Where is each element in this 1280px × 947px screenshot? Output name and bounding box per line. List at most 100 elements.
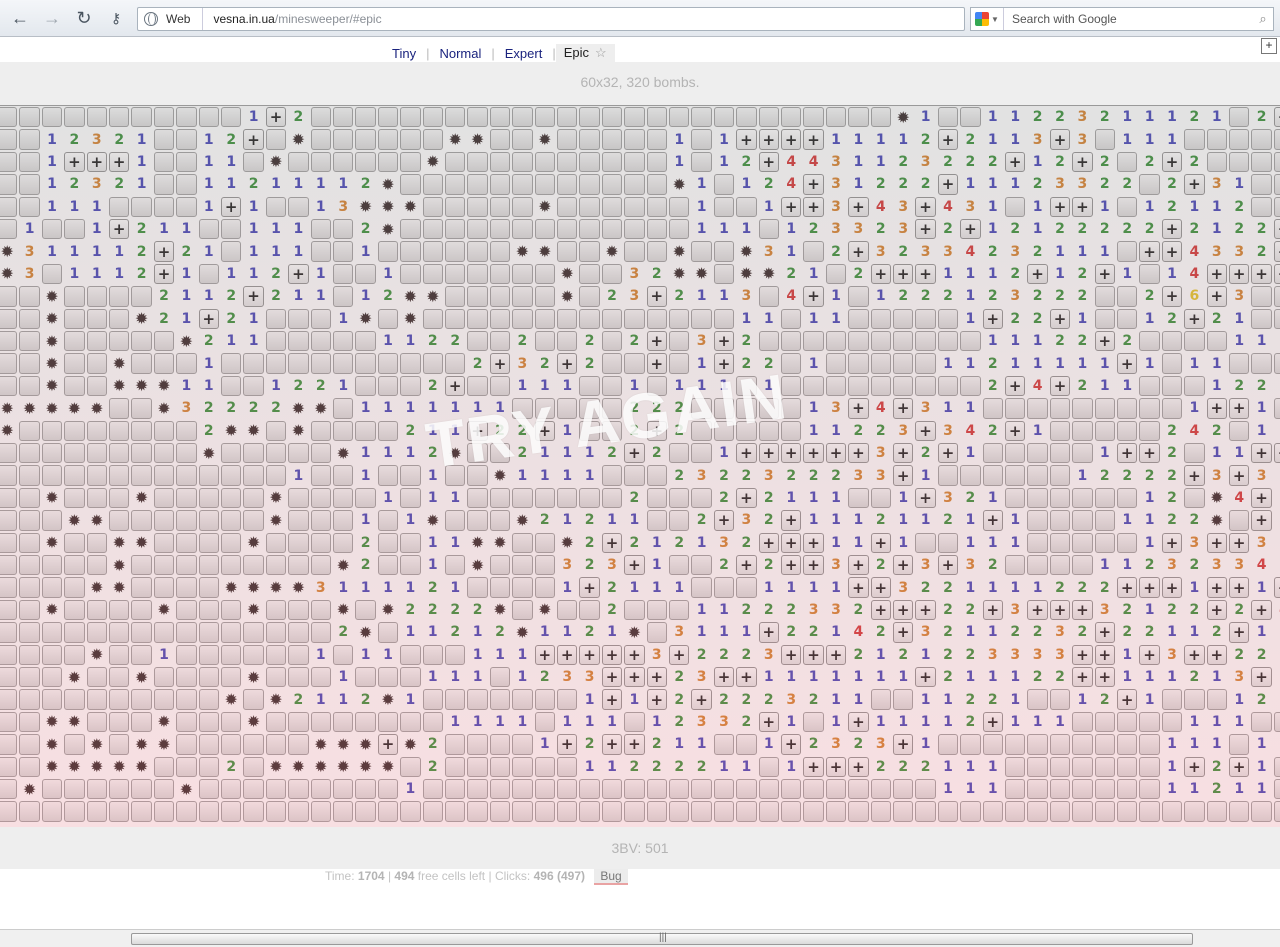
number-cell[interactable]: 1 (175, 285, 197, 307)
closed-cell[interactable] (825, 263, 847, 285)
number-cell[interactable]: 1 (780, 756, 802, 778)
flag-icon[interactable]: + (1072, 644, 1093, 665)
number-cell[interactable]: 2 (937, 644, 959, 666)
closed-cell[interactable] (445, 174, 466, 195)
flag-icon[interactable]: + (803, 443, 824, 464)
flag-icon[interactable]: + (803, 644, 824, 665)
number-cell[interactable]: 3 (1161, 644, 1183, 666)
number-cell[interactable]: 1 (377, 330, 399, 352)
number-cell[interactable]: 1 (220, 173, 242, 195)
closed-cell[interactable] (534, 263, 555, 285)
closed-cell[interactable] (691, 443, 712, 464)
closed-cell[interactable] (243, 465, 264, 486)
closed-cell[interactable] (153, 331, 175, 352)
closed-cell[interactable] (937, 734, 959, 755)
flag-icon[interactable]: + (109, 151, 130, 173)
closed-cell[interactable] (176, 756, 197, 777)
number-cell[interactable]: 1 (735, 218, 757, 240)
number-cell[interactable]: 2 (265, 285, 287, 307)
number-cell[interactable]: 2 (1206, 420, 1228, 442)
number-cell[interactable]: 1 (1094, 442, 1116, 464)
number-cell[interactable]: 2 (153, 308, 175, 330)
closed-cell[interactable] (176, 801, 197, 822)
closed-cell[interactable] (400, 353, 421, 374)
closed-cell[interactable] (41, 622, 63, 643)
mine-icon[interactable]: ✹ (220, 420, 242, 442)
mine-icon[interactable]: ✹ (86, 756, 108, 778)
number-cell[interactable]: 1 (1183, 352, 1205, 374)
number-cell[interactable]: 2 (1161, 509, 1183, 531)
flag-icon[interactable]: + (534, 644, 555, 665)
closed-cell[interactable] (400, 241, 421, 262)
number-cell[interactable]: 1 (86, 196, 108, 218)
number-cell[interactable]: 2 (198, 420, 220, 442)
closed-cell[interactable] (848, 308, 869, 329)
closed-cell[interactable] (646, 510, 667, 531)
closed-cell[interactable] (467, 577, 488, 598)
closed-cell[interactable] (1273, 129, 1280, 150)
number-cell[interactable]: 2 (1049, 106, 1071, 128)
number-cell[interactable]: 1 (422, 397, 444, 419)
closed-cell[interactable] (512, 219, 533, 240)
closed-cell[interactable] (19, 465, 40, 486)
closed-cell[interactable] (1005, 756, 1026, 777)
number-cell[interactable]: 2 (1250, 106, 1272, 128)
flag-icon[interactable]: + (1273, 107, 1280, 128)
number-cell[interactable]: 2 (668, 397, 690, 419)
number-cell[interactable]: 1 (377, 263, 399, 285)
closed-cell[interactable] (915, 779, 936, 800)
closed-cell[interactable] (153, 353, 175, 374)
closed-cell[interactable] (467, 331, 488, 352)
mine-icon[interactable]: ✹ (377, 173, 399, 195)
closed-cell[interactable] (41, 644, 63, 665)
closed-cell[interactable] (691, 129, 712, 150)
number-cell[interactable]: 2 (668, 666, 690, 688)
closed-cell[interactable] (713, 801, 735, 822)
closed-cell[interactable] (1072, 756, 1093, 777)
number-cell[interactable]: 1 (556, 375, 578, 397)
number-cell[interactable]: 1 (690, 532, 712, 554)
number-cell[interactable]: 1 (1071, 240, 1093, 262)
closed-cell[interactable] (86, 779, 107, 800)
closed-cell[interactable] (0, 667, 18, 688)
closed-cell[interactable] (646, 308, 667, 329)
number-cell[interactable]: 1 (690, 375, 712, 397)
number-cell[interactable]: 1 (153, 218, 175, 240)
flag-icon[interactable]: + (803, 174, 824, 195)
closed-cell[interactable] (960, 801, 981, 822)
closed-cell[interactable] (265, 532, 287, 553)
closed-cell[interactable] (870, 353, 891, 374)
mine-icon[interactable]: ✹ (287, 756, 309, 778)
mine-icon[interactable]: ✹ (86, 576, 108, 598)
number-cell[interactable]: 1 (780, 240, 802, 262)
number-cell[interactable]: 1 (1094, 196, 1116, 218)
flag-icon[interactable]: + (1072, 599, 1093, 621)
number-cell[interactable]: 1 (511, 375, 533, 397)
number-cell[interactable]: 3 (1049, 644, 1071, 666)
closed-cell[interactable] (1094, 510, 1115, 531)
flag-icon[interactable]: + (1005, 420, 1026, 441)
closed-cell[interactable] (221, 555, 242, 576)
number-cell[interactable]: 2 (1071, 576, 1093, 598)
closed-cell[interactable] (377, 667, 399, 688)
closed-cell[interactable] (198, 263, 219, 285)
flag-icon[interactable]: + (1251, 263, 1272, 285)
number-cell[interactable]: 3 (892, 576, 914, 598)
closed-cell[interactable] (19, 622, 40, 643)
closed-cell[interactable] (893, 353, 914, 374)
closed-cell[interactable] (512, 779, 533, 800)
number-cell[interactable]: 1 (892, 666, 914, 688)
closed-cell[interactable] (131, 331, 152, 352)
number-cell[interactable]: 2 (578, 554, 600, 576)
number-cell[interactable]: 1 (870, 644, 892, 666)
closed-cell[interactable] (1049, 555, 1071, 576)
number-cell[interactable]: 2 (668, 285, 690, 307)
mine-icon[interactable]: ✹ (63, 397, 85, 419)
closed-cell[interactable] (512, 398, 533, 419)
mine-icon[interactable]: ✹ (41, 532, 63, 554)
closed-cell[interactable] (64, 375, 85, 397)
number-cell[interactable]: 2 (870, 218, 892, 240)
closed-cell[interactable] (377, 420, 399, 441)
number-cell[interactable]: 1 (1026, 352, 1048, 374)
number-cell[interactable]: 2 (646, 733, 668, 755)
